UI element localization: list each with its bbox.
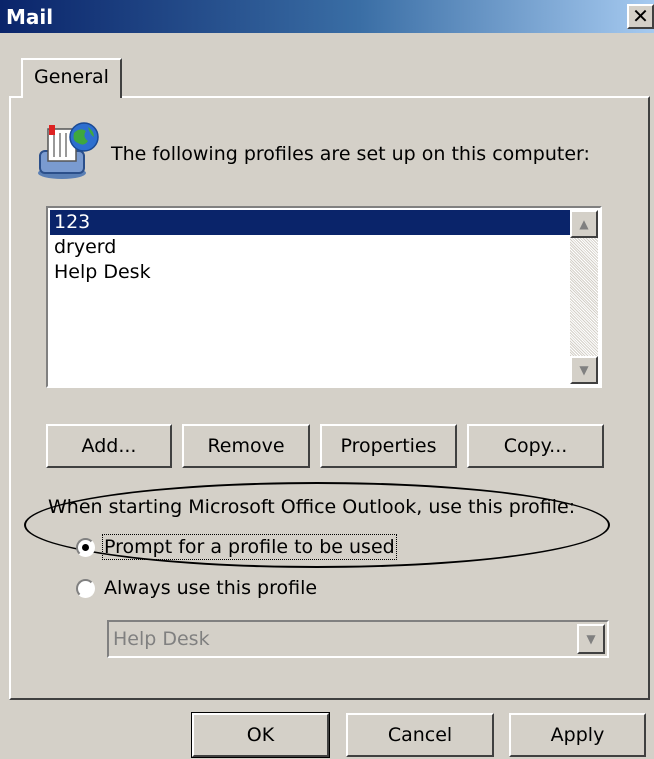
list-item[interactable]: Help Desk (50, 260, 570, 285)
properties-button[interactable]: Properties (320, 424, 457, 468)
mail-profiles-icon (38, 122, 99, 179)
profiles-listbox[interactable]: 123 dryerd Help Desk ▲ ▼ (46, 206, 602, 388)
chevron-down-icon[interactable]: ▼ (577, 624, 605, 654)
list-item[interactable]: 123 (50, 210, 570, 235)
radio-selected-dot (82, 544, 89, 551)
remove-button[interactable]: Remove (182, 424, 310, 468)
always-use-profile-radio[interactable] (76, 579, 95, 598)
always-use-profile-label[interactable]: Always use this profile (104, 577, 317, 599)
scroll-down-icon[interactable]: ▼ (570, 356, 598, 384)
prompt-profile-label[interactable]: Prompt for a profile to be used (102, 534, 397, 560)
general-tab-panel (9, 96, 650, 700)
startup-profile-label: When starting Microsoft Office Outlook, … (48, 496, 576, 518)
title-bar[interactable]: Mail ✕ (0, 0, 654, 33)
vertical-scrollbar[interactable]: ▲ ▼ (570, 210, 598, 384)
tab-general[interactable]: General (21, 58, 122, 98)
apply-button[interactable]: Apply (509, 713, 646, 757)
cancel-button[interactable]: Cancel (346, 713, 494, 757)
close-icon[interactable]: ✕ (627, 4, 654, 29)
profile-select[interactable]: Help Desk ▼ (107, 620, 609, 658)
profile-select-value: Help Desk (113, 628, 210, 650)
scroll-up-icon[interactable]: ▲ (570, 210, 598, 238)
profiles-intro-text: The following profiles are set up on thi… (111, 143, 590, 165)
list-item[interactable]: dryerd (50, 235, 570, 260)
copy-button[interactable]: Copy... (467, 424, 604, 468)
add-button[interactable]: Add... (46, 424, 172, 468)
window-title: Mail (6, 5, 54, 29)
prompt-profile-radio[interactable] (76, 538, 95, 557)
ok-button[interactable]: OK (191, 712, 330, 758)
